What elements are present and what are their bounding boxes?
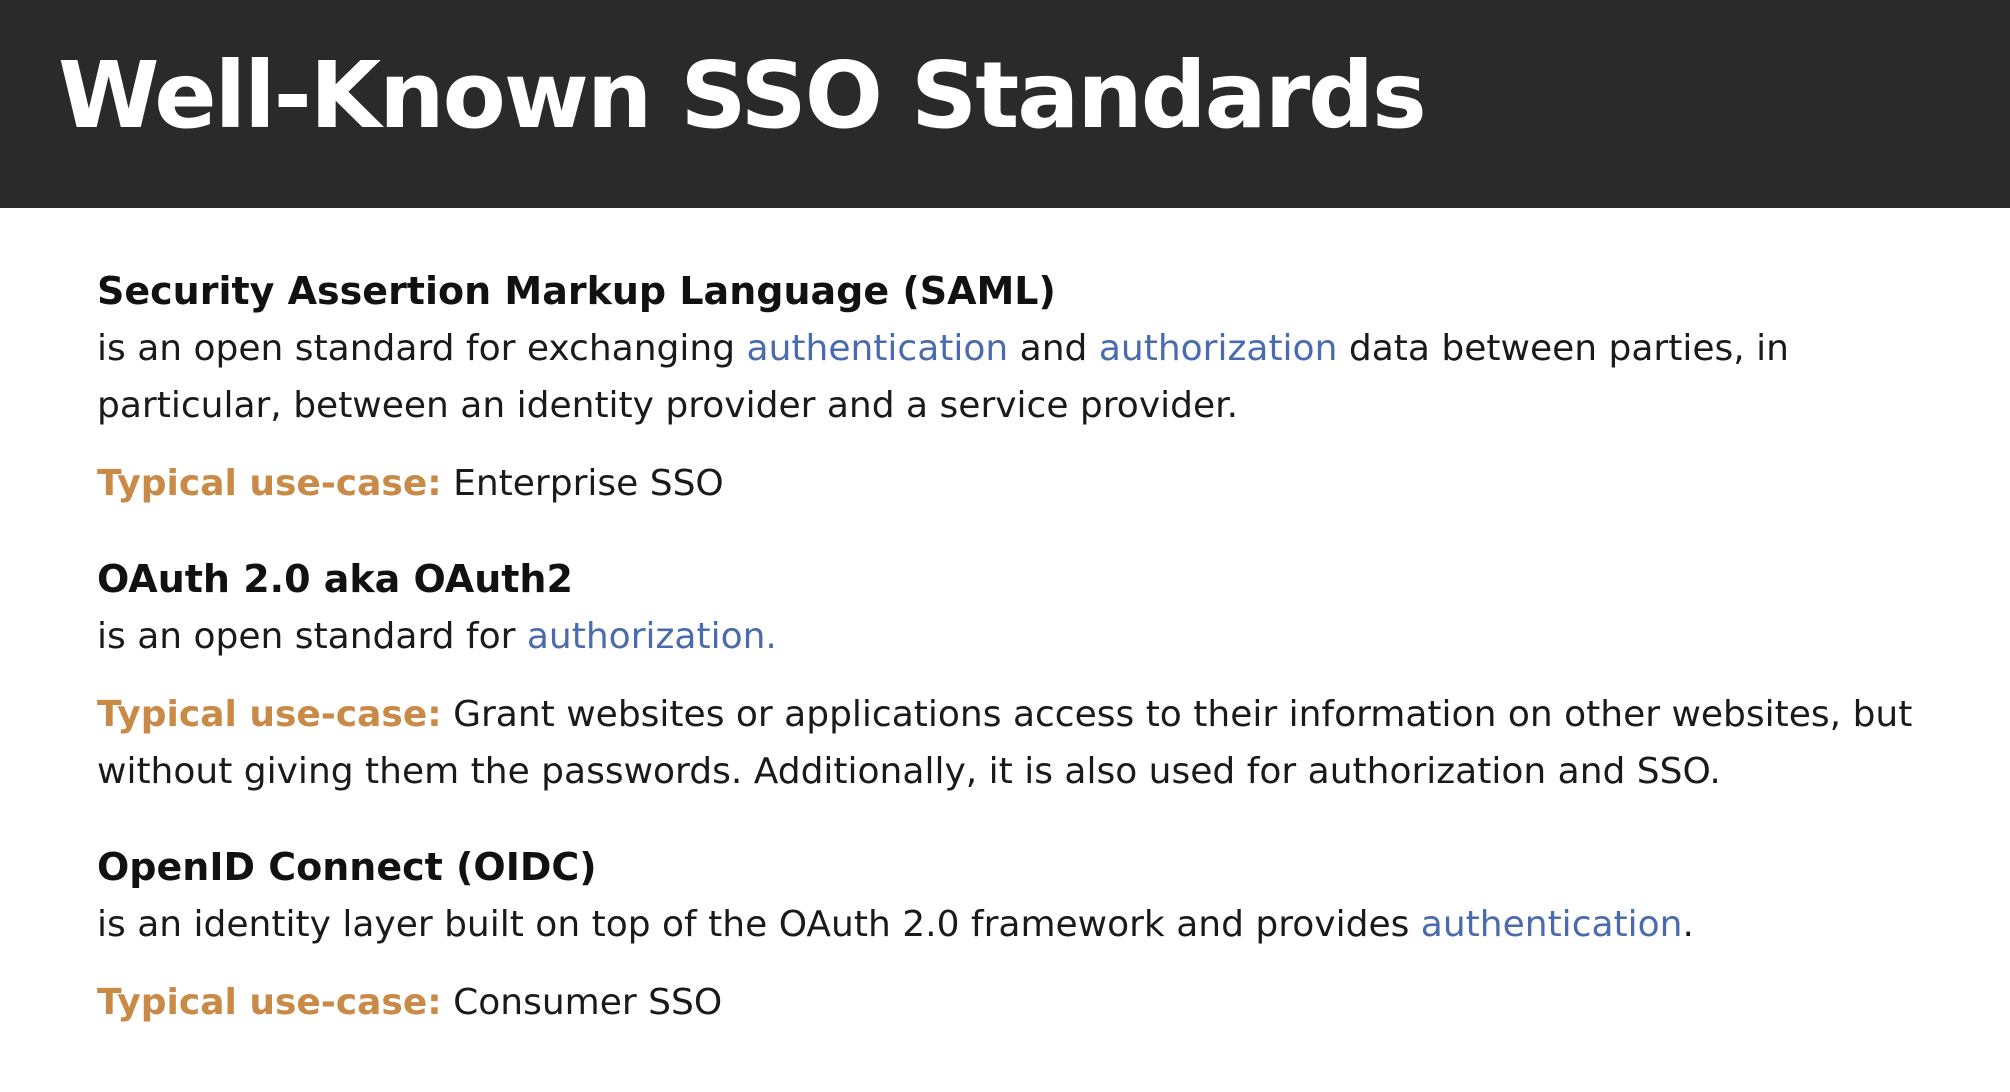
use-case: Typical use-case: Grant websites or appl… (97, 686, 1977, 800)
use-case-label: Typical use-case: (97, 982, 442, 1023)
use-case: Typical use-case: Consumer SSO (97, 974, 1977, 1031)
description-text: is an open standard for exchanging (97, 328, 747, 369)
section-saml: Security Assertion Markup Language (SAML… (97, 262, 1977, 512)
section-heading: Security Assertion Markup Language (SAML… (97, 269, 1056, 313)
section-heading: OpenID Connect (OIDC) (97, 845, 597, 889)
use-case-label: Typical use-case: (97, 463, 442, 504)
description-text: . (1682, 904, 1694, 945)
use-case-label: Typical use-case: (97, 694, 442, 735)
section-description: is an open standard for exchanging authe… (97, 320, 1977, 434)
section-description: is an open standard for authorization. (97, 608, 1977, 665)
keyword-authentication: authentication (746, 328, 1009, 369)
content-area: Security Assertion Markup Language (SAML… (97, 262, 1977, 1069)
page-title: Well-Known SSO Standards (58, 42, 1427, 149)
section-oidc: OpenID Connect (OIDC) is an identity lay… (97, 838, 1977, 1031)
description-text: is an identity layer built on top of the… (97, 904, 1421, 945)
section-description: is an identity layer built on top of the… (97, 896, 1977, 953)
description-text: and (1008, 328, 1099, 369)
keyword-authorization: authorization (1098, 328, 1338, 369)
description-text: is an open standard for (97, 616, 527, 657)
section-heading: OAuth 2.0 aka OAuth2 (97, 557, 573, 601)
title-bar: Well-Known SSO Standards (0, 0, 2010, 208)
use-case: Typical use-case: Enterprise SSO (97, 455, 1977, 512)
use-case-text: Enterprise SSO (441, 463, 724, 504)
keyword-authentication: authentication (1420, 904, 1683, 945)
use-case-text: Consumer SSO (441, 982, 723, 1023)
section-oauth2: OAuth 2.0 aka OAuth2 is an open standard… (97, 550, 1977, 800)
keyword-authorization: authorization. (526, 616, 777, 657)
